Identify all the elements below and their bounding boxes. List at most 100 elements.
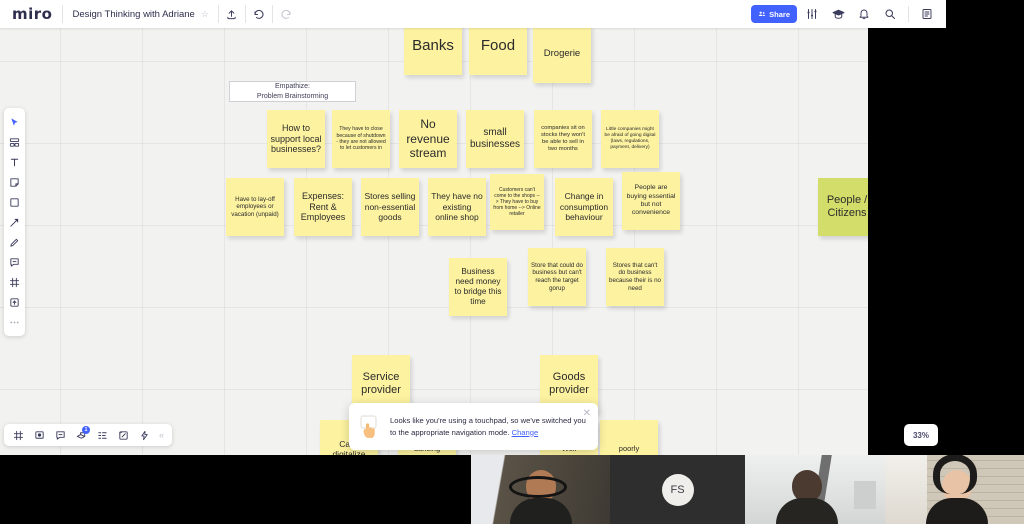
participant-avatar-2[interactable]: FS (610, 455, 745, 524)
export-icon[interactable] (113, 425, 133, 445)
sticky-note-text: Drogerie (543, 48, 581, 60)
chat-icon[interactable] (50, 425, 70, 445)
notes-panel-icon[interactable] (916, 3, 938, 25)
sticky-note-lay-off[interactable]: Have to lay-off employees or vacation (u… (226, 178, 284, 236)
sticky-note-people-buying[interactable]: People are buying essential but not conv… (622, 172, 680, 230)
sticky-note-text: Little companies might be afraid of goin… (604, 127, 656, 150)
toast-message-text: Looks like you're using a touchpad, so w… (390, 415, 586, 437)
text-icon[interactable] (4, 152, 25, 172)
upload-icon[interactable] (219, 0, 245, 28)
video-call-strip: FS (0, 455, 1024, 524)
upload-media-icon[interactable] (4, 292, 25, 312)
lightning-icon[interactable] (134, 425, 154, 445)
zoom-level-value: 33% (912, 430, 929, 440)
top-toolbar-right: Share (751, 3, 938, 25)
top-toolbar: miro Design Thinking with Adriane ☆ Shar… (0, 0, 946, 28)
document-title-chip[interactable]: Design Thinking with Adriane ☆ (63, 0, 217, 28)
divider (908, 6, 909, 22)
sticky-note-text: They have no existing online shop (431, 191, 483, 223)
graduation-cap-icon[interactable] (827, 3, 849, 25)
pen-icon[interactable] (4, 232, 25, 252)
zoom-level-badge[interactable]: 33% (904, 424, 938, 446)
sticky-note-text: Change in consumption behaviour (559, 191, 609, 223)
sticky-note-text: companies sit on stocks they won't be ab… (541, 124, 585, 153)
share-button[interactable]: Share (751, 5, 797, 23)
sticky-note-icon[interactable] (4, 172, 25, 192)
frames-panel-icon[interactable] (8, 425, 28, 445)
cards-badge: 1 (82, 426, 90, 434)
sticky-note-little-co[interactable]: Little companies might be afraid of goin… (601, 110, 659, 168)
participant-video-1[interactable] (471, 455, 610, 524)
share-button-label: Share (769, 9, 790, 19)
sticky-note-have-to-close[interactable]: They have to close because of shutdown -… (332, 110, 390, 168)
avatar-initials: FS (670, 483, 685, 496)
templates-icon[interactable] (4, 132, 25, 152)
miro-logo[interactable]: miro (0, 5, 62, 23)
sticky-note-text: How to support local businesses? (270, 122, 322, 155)
toast-change-link[interactable]: Change (512, 428, 539, 437)
sticky-note-text: No revenue stream (406, 117, 450, 161)
shape-icon[interactable] (4, 192, 25, 212)
participant-video-3[interactable] (745, 455, 885, 524)
sticky-note-customers-cant[interactable]: Customers can't come to the shops --> Th… (490, 174, 544, 230)
sticky-note-change-consum[interactable]: Change in consumption behaviour (555, 178, 613, 236)
sticky-note-text: People are buying essential but not conv… (626, 184, 676, 217)
sticky-note-stores-cant-do[interactable]: Stores that can't do business because th… (606, 248, 664, 306)
video-strip-empty-area (0, 455, 471, 524)
sticky-note-text: small businesses (469, 126, 521, 150)
sticky-note-text: Stores selling non-essential goods (364, 191, 416, 223)
sticky-note-no-revenue[interactable]: No revenue stream (399, 110, 457, 168)
bell-icon[interactable] (853, 3, 875, 25)
avatar: FS (661, 473, 694, 506)
frame-icon[interactable] (4, 272, 25, 292)
sticky-note-store-could-do[interactable]: Store that could do business but can't r… (528, 248, 586, 306)
participant-video-4[interactable] (885, 455, 1024, 524)
touchpad-hand-icon (359, 414, 381, 439)
line-arrow-icon[interactable] (4, 212, 25, 232)
sticky-note-text: Service provider (361, 370, 401, 396)
sticky-note-text: Store that could do business but can't r… (531, 261, 583, 292)
left-tool-palette (4, 108, 25, 336)
undo-icon[interactable] (246, 0, 272, 28)
close-icon[interactable]: ✕ (583, 409, 591, 419)
frame-label-empathize[interactable]: Empathize: Problem Brainstorming (229, 81, 356, 102)
comment-icon[interactable] (4, 252, 25, 272)
sticky-note-text: Business need money to bridge this time (454, 267, 502, 306)
sticky-note-text: poorly (618, 444, 640, 454)
frame-label-line1: Empathize: (274, 83, 310, 91)
avatar (775, 470, 838, 524)
sticky-note-text: They have to close because of shutdown -… (336, 126, 386, 152)
touchpad-notification-toast: Looks like you're using a touchpad, so w… (349, 403, 598, 450)
sticky-note-small-business[interactable]: small businesses (466, 110, 524, 168)
sticky-note-companies-sit[interactable]: companies sit on stocks they won't be ab… (534, 110, 592, 168)
sticky-note-drogerie[interactable]: Drogerie (533, 25, 591, 83)
miro-application: Empathize: Problem Brainstorming Banks Fo… (0, 0, 946, 455)
sticky-note-text: Goods provider (549, 370, 589, 396)
sticky-note-text: Customers can't come to the shops --> Th… (493, 186, 541, 218)
sticky-note-text: People / Citizens (826, 193, 868, 219)
sticky-note-stores-selling[interactable]: Stores selling non-essential goods (361, 178, 419, 236)
star-outline-icon[interactable]: ☆ (201, 9, 209, 20)
redo-icon[interactable] (273, 0, 299, 28)
collapse-left-icon[interactable]: « (155, 430, 168, 440)
sticky-note-how-to-support[interactable]: How to support local businesses? (267, 110, 325, 168)
cards-icon[interactable]: 1 (71, 425, 91, 445)
viewport-right-letterbox (868, 0, 946, 455)
sticky-note-text: Banks (412, 36, 454, 54)
sliders-icon[interactable] (801, 3, 823, 25)
sticky-note-text: Food (480, 36, 516, 54)
sticky-note-text: Stores that can't do business because th… (609, 261, 661, 292)
sticky-note-text: Have to lay-off employees or vacation (u… (231, 195, 279, 218)
present-icon[interactable] (29, 425, 49, 445)
cursor-select-icon[interactable] (4, 112, 25, 132)
sticky-note-need-money[interactable]: Business need money to bridge this time (449, 258, 507, 316)
more-options-icon[interactable] (4, 312, 25, 332)
people-icon (758, 11, 766, 16)
frame-label-line2: Problem Brainstorming (256, 92, 329, 100)
sticky-note-no-online-shop[interactable]: They have no existing online shop (428, 178, 486, 236)
sticky-note-expenses[interactable]: Expenses: Rent & Employees (294, 178, 352, 236)
search-icon[interactable] (879, 3, 901, 25)
attention-icon[interactable] (92, 425, 112, 445)
sticky-note-poorly[interactable]: poorly (600, 420, 658, 455)
document-title: Design Thinking with Adriane (72, 8, 195, 20)
